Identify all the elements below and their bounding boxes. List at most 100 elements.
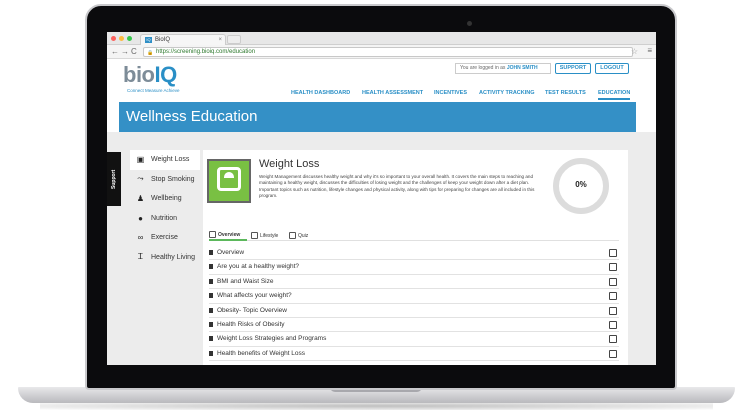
url-text: https://screening.bioiq.com/education xyxy=(156,49,256,55)
tab-overview[interactable]: Overview xyxy=(209,230,247,241)
list-item[interactable]: Are you at a healthy weight? xyxy=(209,260,619,275)
list-item[interactable]: What affects your weight? xyxy=(209,289,619,304)
cigarette-icon: ⤳ xyxy=(137,174,144,184)
sidebar-item-label: Nutrition xyxy=(151,214,178,222)
list-item[interactable]: Health benefits of Weight Loss xyxy=(209,347,619,362)
nav-health-assessment[interactable]: HEALTH ASSESSMENT xyxy=(362,90,423,96)
document-icon xyxy=(209,250,213,255)
tab-title: BioIQ xyxy=(155,37,171,43)
laptop-shadow xyxy=(40,402,713,410)
progress-ring: 0% xyxy=(553,158,609,214)
apple-icon: ● xyxy=(138,213,143,223)
support-side-tab[interactable]: Support xyxy=(107,152,121,206)
list-item[interactable]: Weight Loss Strategies and Programs xyxy=(209,332,619,347)
list-item[interactable]: Obesity- Topic Overview xyxy=(209,304,619,318)
tab-label: Overview xyxy=(218,231,241,238)
logout-button[interactable]: LOGOUT xyxy=(595,63,629,74)
back-arrow-icon[interactable]: ← xyxy=(111,47,119,56)
nav-test-results[interactable]: TEST RESULTS xyxy=(545,90,586,96)
list-item[interactable]: BMI and Waist Size xyxy=(209,275,619,290)
new-tab-button[interactable] xyxy=(227,35,241,44)
nav-activity-tracking[interactable]: ACTIVITY TRACKING xyxy=(479,90,535,96)
list-item[interactable]: Overview xyxy=(209,246,619,261)
sidebar-item-label: Healthy Living xyxy=(151,253,195,261)
nav-incentives[interactable]: INCENTIVES xyxy=(434,90,467,96)
nav-education[interactable]: EDUCATION xyxy=(598,90,631,100)
lock-icon: 🔒 xyxy=(147,50,154,56)
weight-loss-topic-icon xyxy=(207,159,251,203)
scale-dial xyxy=(224,172,234,178)
browser-tab[interactable]: IQ BioIQ × xyxy=(140,34,226,45)
sidebar-item-nutrition[interactable]: ● Nutrition xyxy=(130,209,200,229)
document-icon xyxy=(209,278,213,284)
bicycle-icon: ∞ xyxy=(137,233,144,243)
topic-panel: Weight Loss Weight Management discusses … xyxy=(203,150,628,365)
document-icon xyxy=(209,350,213,356)
sidebar-item-label: Weight Loss xyxy=(151,156,190,164)
lesson-checkbox[interactable] xyxy=(609,349,617,358)
sidebar-item-healthy-living[interactable]: Ꮖ Healthy Living xyxy=(130,248,200,268)
lesson-label: Are you at a healthy weight? xyxy=(217,263,300,271)
forward-arrow-icon[interactable]: → xyxy=(121,47,129,56)
main-nav: HEALTH DASHBOARD HEALTH ASSESSMENT INCEN… xyxy=(107,87,656,101)
lesson-label: Overview xyxy=(217,249,245,256)
lesson-checkbox[interactable] xyxy=(609,292,617,301)
lesson-label: Health Risks of Obesity xyxy=(217,320,285,328)
document-icon xyxy=(209,307,213,313)
document-icon xyxy=(209,321,213,327)
close-window-button[interactable] xyxy=(111,36,116,41)
lesson-label: BMI and Waist Size xyxy=(217,277,274,285)
lesson-checkbox[interactable] xyxy=(609,277,617,286)
sidebar-item-exercise[interactable]: ∞ Exercise xyxy=(130,228,200,248)
sidebar-item-stop-smoking[interactable]: ⤳ Stop Smoking xyxy=(130,170,200,190)
scale-icon: ▣ xyxy=(136,155,145,165)
lesson-checkbox[interactable] xyxy=(609,320,617,329)
minimize-window-button[interactable] xyxy=(119,36,124,41)
nav-health-dashboard[interactable]: HEALTH DASHBOARD xyxy=(291,90,350,96)
logo-iq: IQ xyxy=(154,62,178,87)
site-header: bioIQ Connect Measure Achieve You are lo… xyxy=(107,59,656,101)
sidebar-item-weight-loss[interactable]: ▣ Weight Loss xyxy=(130,150,200,170)
document-icon xyxy=(209,293,213,299)
topic-description: Weight Management discusses healthy weig… xyxy=(259,174,535,198)
logged-in-prefix: You are logged in as xyxy=(460,65,506,71)
lesson-checkbox[interactable] xyxy=(609,306,617,315)
progress-value: 0% xyxy=(575,180,587,189)
tab-lifestyle[interactable]: Lifestyle xyxy=(251,230,278,241)
tab-quiz[interactable]: Quiz xyxy=(289,230,308,241)
bioiq-logo[interactable]: bioIQ xyxy=(123,62,177,88)
list-item[interactable]: Health Risks of Obesity xyxy=(209,318,619,333)
lesson-label: Health benefits of Weight Loss xyxy=(217,349,306,357)
browser-menu-icon[interactable]: ≡ xyxy=(647,46,652,55)
page-title: Wellness Education xyxy=(119,102,636,132)
logged-in-status: You are logged in as JOHN SMITH xyxy=(455,63,551,74)
lesson-label: Weight Loss Strategies and Programs xyxy=(217,335,327,343)
lesson-checkbox[interactable] xyxy=(609,335,617,344)
close-tab-icon[interactable]: × xyxy=(218,35,222,45)
document-icon xyxy=(209,264,213,270)
tab-label: Quiz xyxy=(298,232,309,239)
lesson-list: Overview Are you at a healthy weight? BM… xyxy=(209,246,619,362)
checkbox-icon xyxy=(209,231,216,238)
lesson-checkbox[interactable] xyxy=(609,249,617,257)
sidebar-item-label: Exercise xyxy=(151,234,178,242)
topic-tabs: Overview Lifestyle Quiz xyxy=(209,230,619,241)
document-icon xyxy=(209,336,213,342)
sidebar-item-wellbeing[interactable]: ♟ Wellbeing xyxy=(130,189,200,209)
lesson-checkbox[interactable] xyxy=(609,263,617,272)
address-bar[interactable]: 🔒 https://screening.bioiq.com/education xyxy=(143,47,633,57)
lesson-label: What affects your weight? xyxy=(217,292,292,300)
checkbox-icon xyxy=(289,232,296,239)
camera-dot xyxy=(467,21,472,26)
reload-icon[interactable]: C xyxy=(131,47,137,56)
browser-tabbar: IQ BioIQ × xyxy=(107,32,656,45)
person-icon: ♟ xyxy=(136,194,145,204)
bookmark-star-icon[interactable]: ☆ xyxy=(631,47,638,56)
support-button[interactable]: SUPPORT xyxy=(555,63,591,74)
tab-label: Lifestyle xyxy=(260,232,279,239)
browser-window: IQ BioIQ × ← → C 🔒 https://screening.bio… xyxy=(107,32,656,365)
maximize-window-button[interactable] xyxy=(127,36,132,41)
topic-sidebar: ▣ Weight Loss ⤳ Stop Smoking ♟ Wellbeing… xyxy=(130,150,200,267)
topic-title: Weight Loss xyxy=(259,158,320,170)
dumbbell-icon: Ꮖ xyxy=(137,252,144,262)
